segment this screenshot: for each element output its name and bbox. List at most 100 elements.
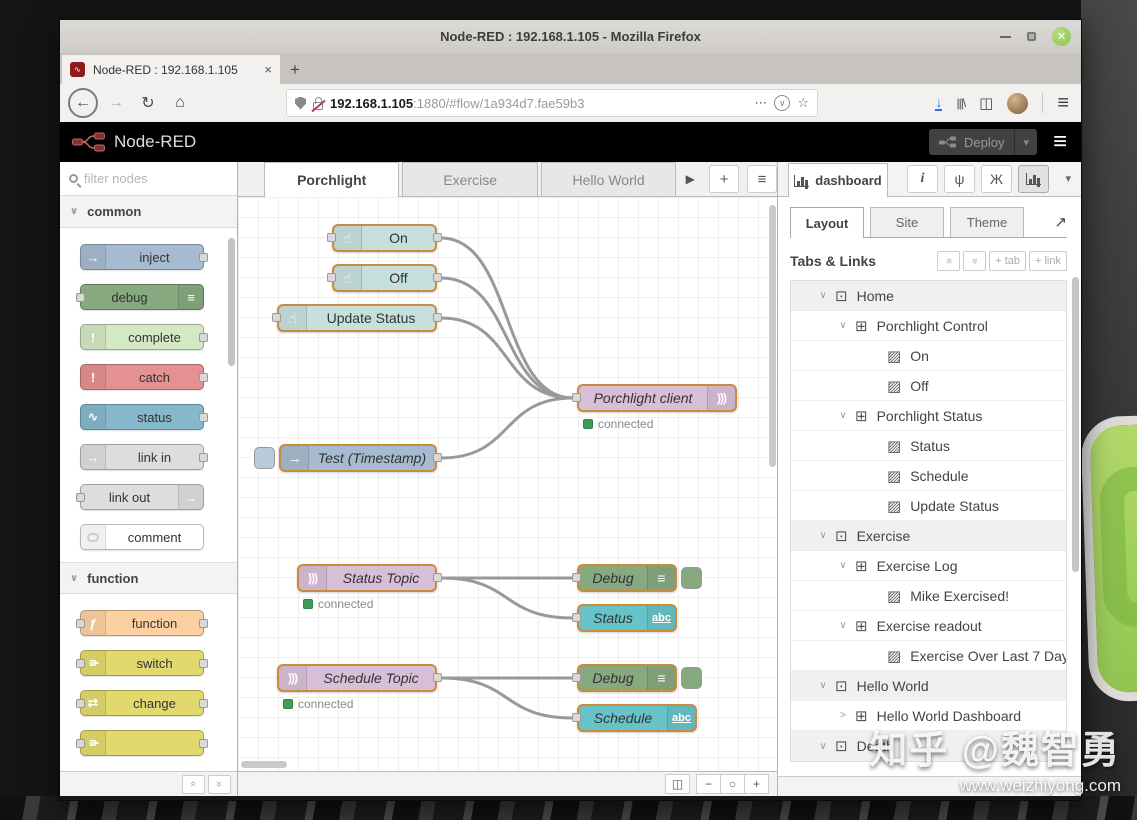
palette-node-item[interactable]: ⋔ (80, 730, 204, 756)
flow-node-update-status[interactable]: ☝Update Status (277, 304, 437, 332)
collapse-categories-button[interactable]: « (182, 775, 205, 794)
input-port[interactable] (327, 273, 336, 282)
panel-tab-theme[interactable]: Theme (950, 207, 1024, 237)
sidebar-dashboard-button[interactable] (1018, 165, 1049, 193)
page-actions-icon[interactable]: ⋯ (754, 95, 767, 111)
flow-tab-exercise[interactable]: Exercise (402, 162, 537, 196)
palette-node-catch[interactable]: !catch (80, 364, 204, 390)
input-port[interactable] (76, 739, 85, 748)
input-port[interactable] (76, 619, 85, 628)
palette-node-comment[interactable]: comment (80, 524, 204, 550)
flow-tab-porchlight[interactable]: Porchlight (264, 162, 399, 197)
output-port[interactable] (433, 273, 442, 282)
tree-row-hello-world-dashboard[interactable]: >⊞Hello World Dashboard (791, 701, 1066, 731)
new-tab-button[interactable]: + (280, 55, 310, 84)
tree-row-death[interactable]: ∨⊡Death (791, 731, 1066, 761)
bookmark-star-icon[interactable]: ☆ (797, 95, 809, 111)
sidebar-tab-dashboard[interactable]: dashboard (788, 163, 888, 197)
tree-row-exercise-readout[interactable]: ∨⊞Exercise readout (791, 611, 1066, 641)
chevron-down-icon[interactable]: ∨ (835, 620, 851, 631)
tree-row-exercise-over-last-7-days[interactable]: ▨Exercise Over Last 7 Days (791, 641, 1066, 671)
add-tab-button[interactable]: + tab (989, 251, 1026, 271)
tree-row-update-status[interactable]: ▨Update Status (791, 491, 1066, 521)
sidebar-context-button[interactable]: ψ (944, 165, 975, 193)
home-button[interactable]: ⌂ (166, 89, 194, 117)
zoom-in-button[interactable]: + (744, 774, 769, 794)
input-port[interactable] (272, 313, 281, 322)
sidebar-scrollbar[interactable] (1072, 277, 1079, 572)
input-port[interactable] (76, 493, 85, 502)
flow-node-test[interactable]: →Test (Timestamp) (279, 444, 437, 472)
search-input[interactable] (84, 171, 204, 186)
input-port[interactable] (572, 573, 581, 582)
flow-node-status-topic[interactable]: )))Status Topic (297, 564, 437, 592)
input-port[interactable] (572, 673, 581, 682)
account-avatar[interactable] (1007, 93, 1028, 114)
tab-scroll-right-icon[interactable]: ▶ (679, 162, 701, 196)
palette-node-complete[interactable]: !complete (80, 324, 204, 350)
debug-toggle-button[interactable] (681, 667, 702, 689)
wire[interactable] (441, 398, 573, 458)
pocket-icon[interactable]: ∨ (774, 95, 790, 111)
palette-scrollbar[interactable] (228, 238, 235, 366)
input-port[interactable] (572, 393, 581, 402)
url-bar[interactable]: 192.168.1.105:1880/#flow/1a934d7.fae59b3… (286, 89, 818, 117)
output-port[interactable] (199, 659, 208, 668)
reload-button[interactable]: ↻ (134, 89, 162, 117)
flow-tab-hello-world[interactable]: Hello World (541, 162, 676, 196)
flow-node-schedule-topic[interactable]: )))Schedule Topic (277, 664, 437, 692)
back-button[interactable]: ← (68, 88, 98, 118)
flow-list-button[interactable]: ≡ (747, 165, 777, 193)
chevron-down-icon[interactable]: ∨ (835, 410, 851, 421)
output-port[interactable] (199, 699, 208, 708)
panel-tab-layout[interactable]: Layout (790, 207, 864, 238)
browser-tab[interactable]: ∿ Node-RED : 192.168.1.105 × (62, 55, 280, 84)
debug-toggle-button[interactable] (681, 567, 702, 589)
sidebar-caret-icon[interactable]: ▾ (1065, 172, 1071, 185)
palette-node-link-out[interactable]: →link out (80, 484, 204, 510)
output-port[interactable] (433, 573, 442, 582)
output-port[interactable] (199, 373, 208, 382)
palette-category-function[interactable]: ∨function (60, 562, 237, 594)
input-port[interactable] (76, 293, 85, 302)
flow-node-on[interactable]: ☝On (332, 224, 437, 252)
url-text[interactable]: 192.168.1.105:1880/#flow/1a934d7.fae59b3 (330, 96, 747, 111)
add-flow-button[interactable]: + (709, 165, 739, 193)
tree-row-mike-exercised[interactable]: ▨Mike Exercised! (791, 581, 1066, 611)
window-titlebar[interactable]: Node-RED : 192.168.1.105 - Mozilla Firef… (60, 20, 1081, 53)
sidebar-debug-button[interactable]: Ж (981, 165, 1012, 193)
palette-node-switch[interactable]: ⋔switch (80, 650, 204, 676)
flow-node-schedule[interactable]: abcSchedule (577, 704, 697, 732)
input-port[interactable] (572, 613, 581, 622)
flow-node-debug1[interactable]: ≡Debug (577, 564, 677, 592)
deploy-button[interactable]: Deploy ▾ (929, 129, 1037, 155)
flow-node-debug2[interactable]: ≡Debug (577, 664, 677, 692)
tree-row-status[interactable]: ▨Status (791, 431, 1066, 461)
output-port[interactable] (433, 453, 442, 462)
nodered-menu-icon[interactable]: ≡ (1053, 128, 1067, 156)
tree-row-home[interactable]: ∨⊡Home (791, 281, 1066, 311)
wire[interactable] (441, 678, 573, 718)
input-port[interactable] (76, 659, 85, 668)
inject-button[interactable] (254, 447, 275, 469)
output-port[interactable] (199, 453, 208, 462)
panel-tab-site[interactable]: Site (870, 207, 944, 237)
tree-row-on[interactable]: ▨On (791, 341, 1066, 371)
zoom-reset-button[interactable]: ○ (720, 774, 745, 794)
forward-button[interactable]: → (102, 89, 130, 117)
canvas-horizontal-scrollbar[interactable] (241, 761, 287, 768)
flow-canvas[interactable]: ☝On☝Off☝Update Status)))Porchlight clien… (238, 197, 777, 771)
tree-row-hello-world[interactable]: ∨⊡Hello World (791, 671, 1066, 701)
chevron-right-icon[interactable]: > (835, 710, 851, 721)
palette-node-inject[interactable]: →inject (80, 244, 204, 270)
flow-node-porchlight-client[interactable]: )))Porchlight client (577, 384, 737, 412)
input-port[interactable] (327, 233, 336, 242)
chevron-down-icon[interactable]: ∨ (815, 530, 831, 541)
output-port[interactable] (199, 739, 208, 748)
palette-node-change[interactable]: ⇄change (80, 690, 204, 716)
expand-all-button[interactable]: « (963, 251, 986, 271)
wire[interactable] (441, 578, 573, 618)
output-port[interactable] (199, 413, 208, 422)
shield-icon[interactable] (295, 97, 306, 110)
output-port[interactable] (433, 233, 442, 242)
